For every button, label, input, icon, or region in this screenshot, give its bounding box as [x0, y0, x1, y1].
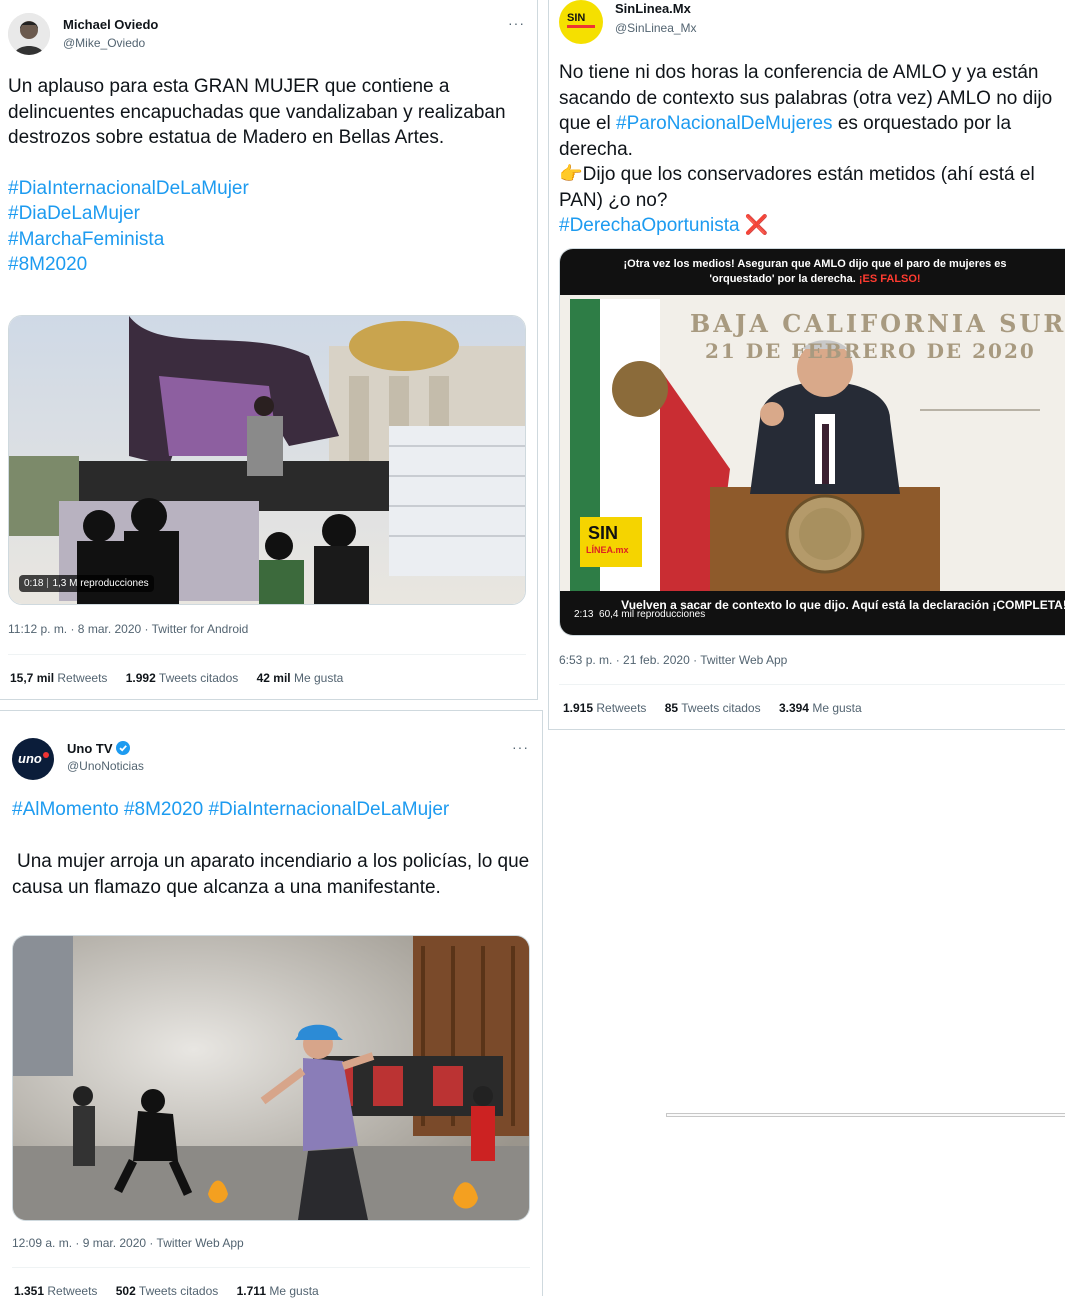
avatar-logo-dot — [43, 752, 49, 758]
tweet-text: Un aplauso para esta GRAN MUJER que cont… — [8, 74, 513, 278]
video-views: 60,4 mil reproducciones — [599, 609, 706, 620]
video-player[interactable]: 0:18 1,3 M reproducciones — [8, 315, 526, 605]
author-name[interactable]: SinLinea.Mx — [615, 1, 691, 16]
video-top-caption: ¡Otra vez los medios! Aseguran que AMLO … — [623, 258, 1007, 285]
horizontal-scrollbar[interactable] — [666, 1113, 1065, 1117]
tweet-text: No tiene ni dos horas la conferencia de … — [559, 60, 1064, 239]
likes-stat[interactable]: 42 mil Me gusta — [257, 671, 344, 685]
video-duration: 0:18 — [24, 578, 44, 589]
author-handle[interactable]: @SinLinea_Mx — [615, 21, 697, 35]
retweets-stat[interactable]: 1.915 Retweets — [563, 701, 646, 715]
author-handle[interactable]: @Mike_Oviedo — [63, 36, 145, 50]
video-thumbnail-statue — [9, 316, 525, 604]
video-thumbnail-conference — [560, 249, 1065, 635]
hashtag-link[interactable]: #DiaDeLaMujer — [8, 201, 513, 227]
video-views: 1,3 M reproducciones — [52, 578, 149, 589]
video-backdrop-date: 21 DE FEBRERO DE 2020 — [705, 339, 1036, 363]
tweet-timestamp[interactable]: 12:09 a. m. · 9 mar. 2020 · Twitter Web … — [12, 1236, 244, 1250]
video-logo: SIN LÍNEA.mx — [580, 517, 642, 567]
hashtag-link[interactable]: #DerechaOportunista — [559, 215, 740, 236]
video-duration: 2:13 — [574, 609, 594, 620]
hashtag-link[interactable]: #ParoNacionalDeMujeres — [616, 113, 833, 134]
tweet-stats: 15,7 mil Retweets 1.992 Tweets citados 4… — [10, 671, 358, 685]
hashtag-link[interactable]: #8M2020 — [8, 252, 513, 278]
cross-mark-icon: ❌ — [744, 215, 769, 236]
retweets-stat[interactable]: 15,7 mil Retweets — [10, 671, 107, 685]
avatar[interactable] — [8, 13, 50, 55]
likes-stat[interactable]: 3.394 Me gusta — [779, 701, 862, 715]
video-info-badge: 0:18 1,3 M reproducciones — [19, 575, 154, 592]
tweet-stats: 1.915 Retweets 85 Tweets citados 3.394 M… — [563, 701, 877, 715]
video-player[interactable]: ¡Otra vez los medios! Aseguran que AMLO … — [559, 248, 1065, 636]
hashtag-line[interactable]: #AlMomento #8M2020 #DiaInternacionalDeLa… — [12, 797, 532, 823]
tweet-card[interactable]: Michael Oviedo @Mike_Oviedo ··· Un aplau… — [0, 0, 538, 700]
verified-badge-icon — [116, 741, 131, 755]
tweet-card[interactable]: uno Uno TV @UnoNoticias ··· #AlMomento #… — [0, 710, 543, 1298]
tweet-body: Un aplauso para esta GRAN MUJER que cont… — [8, 76, 506, 148]
divider — [559, 684, 1065, 685]
avatar[interactable]: SIN — [559, 0, 603, 44]
tweet-timestamp[interactable]: 11:12 p. m. · 8 mar. 2020 · Twitter for … — [8, 622, 248, 636]
video-info-badge: 2:13 60,4 mil reproducciones — [574, 609, 705, 620]
author-name[interactable]: Michael Oviedo — [63, 17, 158, 32]
divider — [8, 654, 526, 655]
pointing-hand-icon: 👉 — [559, 164, 583, 185]
divider — [12, 1267, 530, 1268]
tweet-body: Una mujer arroja un aparato incendiario … — [12, 851, 530, 898]
more-options-icon[interactable]: ··· — [508, 15, 525, 31]
video-top-caption-red: ¡ES FALSO! — [858, 273, 921, 285]
author-handle[interactable]: @UnoNoticias — [67, 759, 144, 773]
hashtag-link[interactable]: #DiaInternacionalDeLaMujer — [8, 176, 513, 202]
more-options-icon[interactable]: ··· — [512, 739, 529, 755]
hashtag-link[interactable]: #MarchaFeminista — [8, 227, 513, 253]
author-name[interactable]: Uno TV — [67, 741, 131, 756]
avatar-photo-icon — [8, 13, 50, 55]
tweet-card[interactable]: SIN SinLinea.Mx @SinLinea_Mx No tiene ni… — [548, 0, 1065, 730]
video-thumbnail-protest — [13, 936, 529, 1220]
video-backdrop-title: BAJA CALIFORNIA SUR — [690, 309, 1065, 338]
avatar-logo-text: SIN — [567, 12, 586, 24]
video-player[interactable] — [12, 935, 530, 1221]
tweet-timestamp[interactable]: 6:53 p. m. · 21 feb. 2020 · Twitter Web … — [559, 653, 787, 667]
quotes-stat[interactable]: 85 Tweets citados — [665, 701, 761, 715]
avatar-logo-bar — [567, 25, 595, 28]
video-frame: ¡Otra vez los medios! Aseguran que AMLO … — [560, 249, 1065, 635]
quotes-stat[interactable]: 1.992 Tweets citados — [126, 671, 239, 685]
avatar[interactable]: uno — [12, 738, 54, 780]
tweet-body-part: Dijo que los conservadores están metidos… — [559, 164, 1035, 211]
avatar-logo-text: uno — [18, 751, 42, 766]
